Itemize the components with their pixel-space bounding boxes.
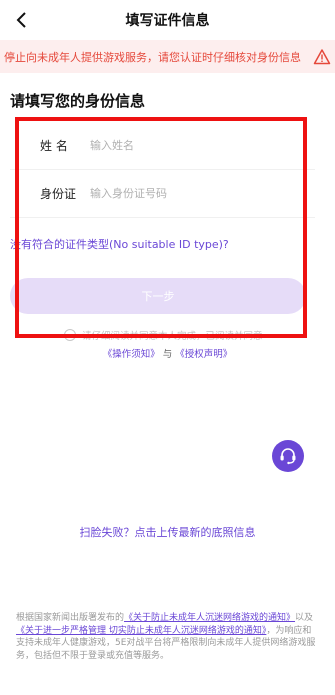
- section-title: 请填写您的身份信息: [10, 92, 146, 110]
- customer-service-button[interactable]: [272, 440, 304, 472]
- customer-service-icon: [280, 448, 296, 465]
- and-text: 与: [159, 349, 176, 360]
- no-suitable-id-link[interactable]: 没有符合的证件类型(No suitable ID type)?: [10, 236, 229, 252]
- identity-form: 姓 名 身份证: [10, 122, 315, 218]
- chevron-left-icon: [16, 12, 26, 28]
- footer-text-2: 以及: [295, 613, 314, 623]
- notice-doc-link-2[interactable]: 《关于进一步严格管理 切实防止未成年人沉迷网络游戏的通知》: [16, 626, 266, 636]
- name-input[interactable]: [90, 139, 315, 152]
- top-bar: 填写证件信息: [0, 0, 335, 40]
- face-scan-fail-link[interactable]: 扫脸失败？点击上传最新的底照信息: [0, 524, 335, 540]
- warning-icon: [313, 48, 331, 66]
- id-row: 身份证: [10, 170, 315, 218]
- agreement-text: 请仔细阅读并同意本人完成，已阅读并同意: [82, 331, 263, 342]
- name-row: 姓 名: [10, 122, 315, 170]
- notice-doc-link-1[interactable]: 《关于防止未成年人沉迷网络游戏的通知》: [124, 613, 295, 623]
- operation-notice-link[interactable]: 《操作须知》: [103, 349, 160, 360]
- agreement-row: 请仔细阅读并同意本人完成，已阅读并同意: [64, 328, 263, 342]
- agreement-checkbox[interactable]: [64, 329, 76, 341]
- back-button[interactable]: [8, 6, 36, 34]
- authorization-statement-link[interactable]: 《授权声明》: [175, 349, 232, 360]
- page-title: 填写证件信息: [125, 13, 210, 29]
- legal-footer: 根据国家新闻出版署发布的《关于防止未成年人沉迷网络游戏的通知》以及《关于进一步严…: [16, 612, 316, 662]
- notice-banner: 停止向未成年人提供游戏服务，请您认证时仔细核对身份信息: [0, 40, 335, 73]
- name-label: 姓 名: [40, 139, 68, 153]
- id-label: 身份证: [40, 187, 77, 201]
- agreement-links: 《操作须知》 与 《授权声明》: [0, 346, 335, 360]
- next-button[interactable]: 下一步: [10, 278, 306, 314]
- notice-text: 停止向未成年人提供游戏服务，请您认证时仔细核对身份信息: [4, 50, 301, 64]
- footer-text-1: 根据国家新闻出版署发布的: [16, 613, 125, 623]
- id-number-input[interactable]: [90, 187, 315, 200]
